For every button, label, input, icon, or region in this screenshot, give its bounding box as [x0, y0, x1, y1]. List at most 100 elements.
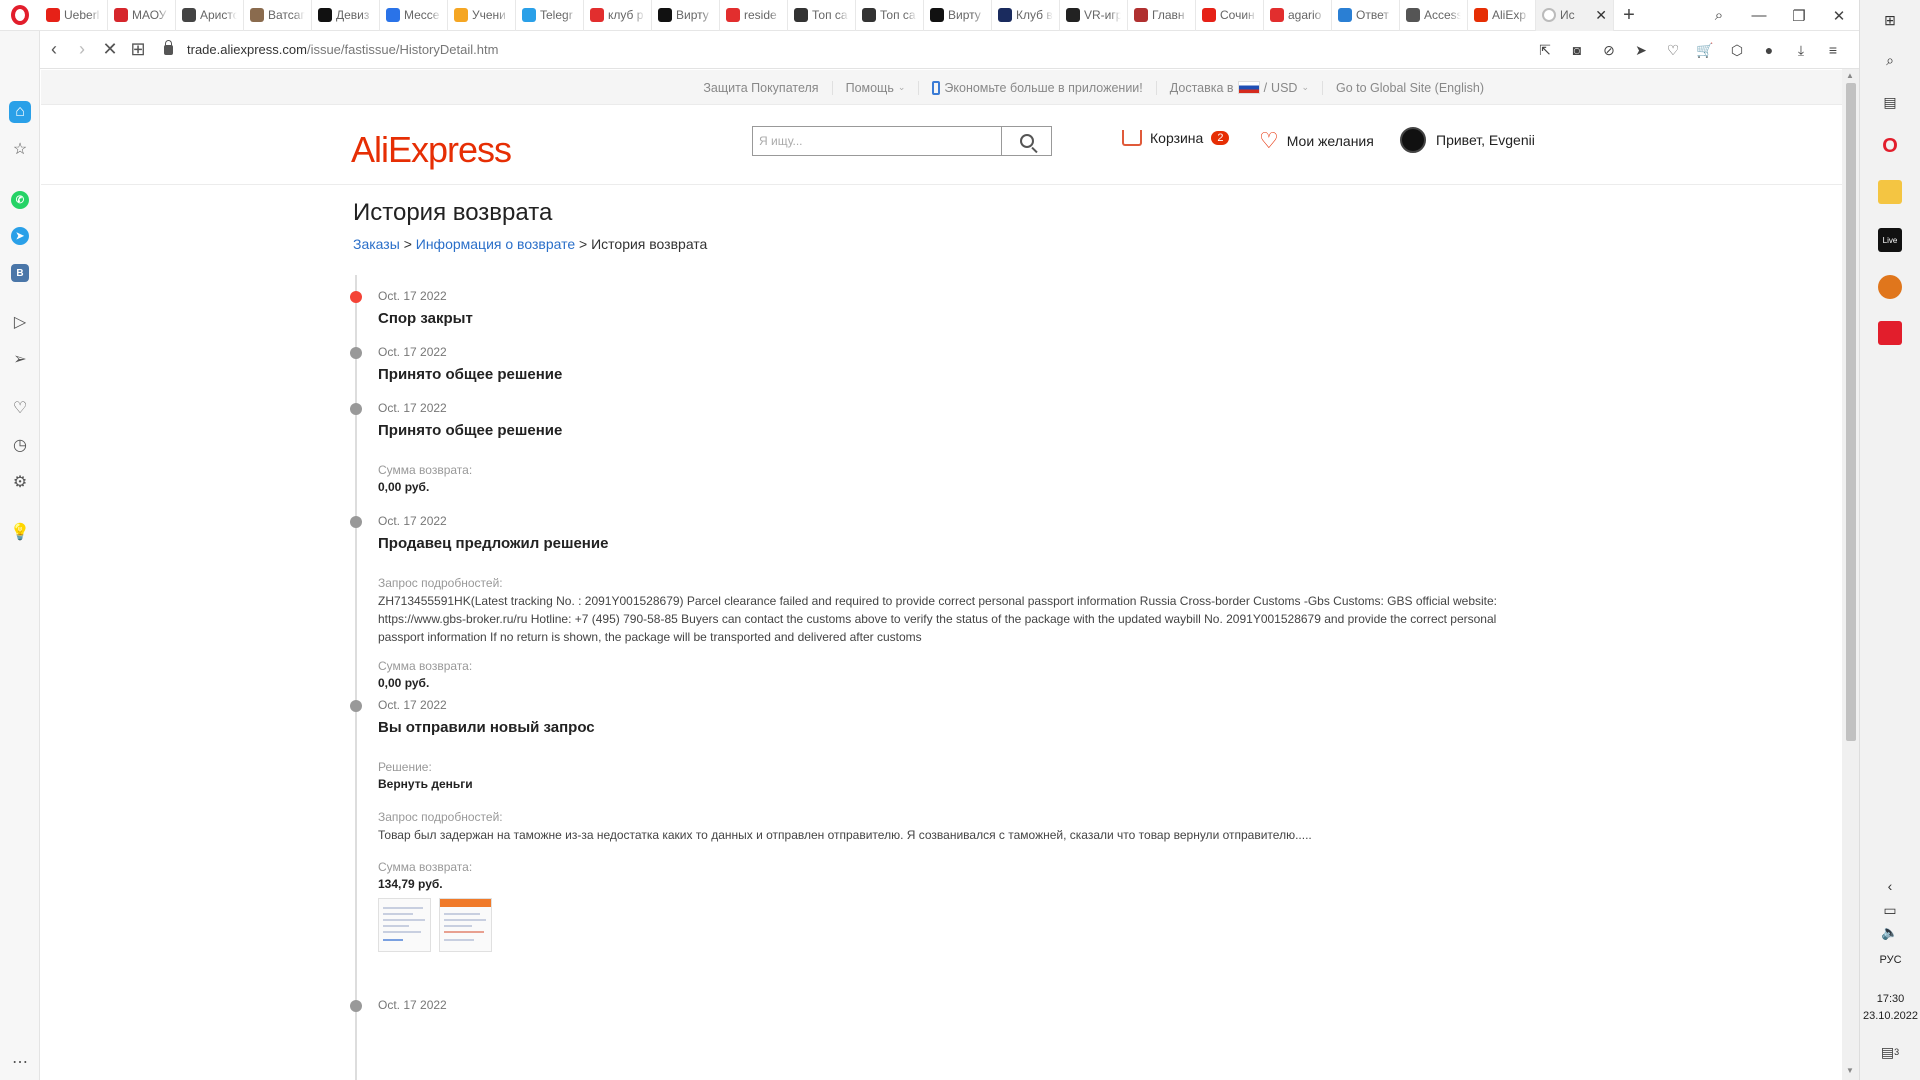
network-icon[interactable]: ▭	[1878, 898, 1902, 922]
file-explorer-icon[interactable]	[1878, 180, 1902, 204]
language-indicator[interactable]: РУС	[1860, 954, 1920, 966]
profile-icon[interactable]: ●	[1759, 42, 1779, 58]
browser-tab[interactable]: VR-игр	[1060, 0, 1128, 31]
browser-tab[interactable]: Access	[1400, 0, 1468, 31]
speed-dial-home-icon[interactable]: ⌂	[9, 101, 31, 123]
url-field[interactable]: trade.aliexpress.com/issue/fastissue/His…	[164, 39, 498, 57]
help-label: Помощь	[845, 80, 894, 95]
buyer-protection-link[interactable]: Защита Покупателя	[690, 81, 831, 95]
pinboard-icon[interactable]: ☆	[9, 138, 31, 160]
wishlist-link[interactable]: ♡ Мои желания	[1259, 130, 1374, 152]
back-button[interactable]: ‹	[40, 39, 68, 60]
browser-tab[interactable]: МАОУ	[108, 0, 176, 31]
browser-tab[interactable]: Ватсап	[244, 0, 312, 31]
browser-tab[interactable]: Вирту	[924, 0, 992, 31]
address-bar-actions: ⇱ ◙ ⊘ ➤ ♡ 🛒 ⬡ ● ⤓ ≡	[1535, 31, 1843, 69]
browser-tab[interactable]: Главн	[1128, 0, 1196, 31]
refund-amount-label: Сумма возврата:	[378, 659, 473, 673]
browser-tab[interactable]: Ueberl	[40, 0, 108, 31]
browser-tab[interactable]: Аристо	[176, 0, 244, 31]
cube-extension-icon[interactable]: ⬡	[1727, 42, 1747, 59]
new-tab-button[interactable]: +	[1614, 4, 1644, 27]
tips-lightbulb-icon[interactable]: 💡	[9, 521, 31, 543]
fl-studio-icon[interactable]	[1878, 275, 1902, 299]
whatsapp-icon[interactable]: ✆	[11, 191, 29, 209]
tab-favicon-icon	[862, 8, 876, 22]
browser-tab[interactable]: Вирту	[652, 0, 720, 31]
browser-tab[interactable]: Топ са	[788, 0, 856, 31]
browser-tab[interactable]: Ответ	[1332, 0, 1400, 31]
heart-icon: ♡	[1259, 128, 1279, 153]
search-icon[interactable]: ⌕	[1878, 48, 1902, 72]
telegram-icon[interactable]: ➤	[11, 227, 29, 245]
cart-extension-icon[interactable]: 🛒	[1695, 42, 1715, 59]
browser-tab[interactable]: Мессе	[380, 0, 448, 31]
opera-taskbar-icon[interactable]: O	[1878, 134, 1902, 158]
browser-tab-active[interactable]: Ис ✕	[1536, 0, 1614, 31]
browser-tab[interactable]: Девиз	[312, 0, 380, 31]
flow-icon[interactable]: ➢	[9, 348, 31, 370]
maximize-button[interactable]: ❐	[1779, 7, 1819, 25]
history-icon[interactable]: ◷	[9, 434, 31, 456]
cart-count-badge: 2	[1211, 131, 1230, 145]
attachment-thumbnail[interactable]	[439, 898, 492, 952]
browser-tab[interactable]: AliExp	[1468, 0, 1536, 31]
delivery-currency-selector[interactable]: Доставка в / USD ⌄	[1155, 80, 1322, 95]
tab-favicon-icon	[998, 8, 1012, 22]
page-scrollbar[interactable]: ▲ ▼	[1842, 69, 1859, 1080]
breadcrumb-refund-info-link[interactable]: Информация о возврате	[416, 236, 575, 252]
browser-tab[interactable]: reside	[720, 0, 788, 31]
breadcrumb-orders-link[interactable]: Заказы	[353, 236, 400, 252]
aliexpress-logo[interactable]: AliExpress	[351, 129, 512, 171]
download-icon[interactable]: ⤓	[1791, 42, 1811, 59]
browser-tab[interactable]: Сочин	[1196, 0, 1264, 31]
browser-tab[interactable]: Топ са	[856, 0, 924, 31]
bookmark-heart-icon[interactable]: ♡	[1663, 42, 1683, 59]
snapshot-icon[interactable]: ◙	[1567, 42, 1587, 58]
tab-title: Топ са	[880, 8, 916, 22]
close-window-button[interactable]: ✕	[1819, 7, 1859, 25]
scrollbar-thumb[interactable]	[1846, 83, 1856, 741]
notifications-icon[interactable]: ▤ 3	[1878, 1040, 1902, 1064]
help-menu[interactable]: Помощь ⌄	[831, 80, 919, 95]
search-input[interactable]	[753, 127, 1001, 155]
adblock-icon[interactable]: ⊘	[1599, 42, 1619, 59]
windows-start-icon[interactable]: ⊞	[1878, 8, 1902, 32]
app-red-icon[interactable]	[1878, 321, 1902, 345]
volume-icon[interactable]: 🔈	[1878, 920, 1902, 944]
easy-setup-icon[interactable]: ≡	[1823, 42, 1843, 58]
app-promo-link[interactable]: Экономьте больше в приложении!	[918, 80, 1155, 95]
stop-loading-button[interactable]: ✕	[96, 39, 124, 60]
browser-tab[interactable]: Клуб в	[992, 0, 1060, 31]
browser-tab[interactable]: клуб р	[584, 0, 652, 31]
chevron-left-icon[interactable]: ‹	[1878, 874, 1902, 898]
browser-tab[interactable]: agario	[1264, 0, 1332, 31]
user-account-menu[interactable]: Привет, Evgenii	[1400, 127, 1535, 153]
settings-gear-icon[interactable]: ⚙	[9, 471, 31, 493]
global-site-link[interactable]: Go to Global Site (English)	[1322, 80, 1497, 95]
cart-link[interactable]: Корзина 2	[1122, 130, 1230, 146]
browser-tab[interactable]: Учени	[448, 0, 516, 31]
scroll-down-arrow-icon[interactable]: ▼	[1846, 1066, 1854, 1075]
tab-search-icon[interactable]: ⌕	[1699, 7, 1739, 24]
vk-icon[interactable]: B	[11, 264, 29, 282]
event-date: Oct. 17 2022	[378, 514, 447, 528]
more-options-icon[interactable]: ⋯	[9, 1051, 31, 1073]
task-view-icon[interactable]: ▤	[1878, 90, 1902, 114]
close-tab-icon[interactable]: ✕	[1595, 7, 1607, 24]
clock-time: 17:30	[1876, 993, 1905, 1005]
scroll-up-arrow-icon[interactable]: ▲	[1846, 71, 1854, 80]
send-icon[interactable]: ➤	[1631, 42, 1651, 59]
browser-tab[interactable]: Telegr	[516, 0, 584, 31]
search-button[interactable]	[1001, 127, 1051, 155]
tab-overview-icon[interactable]: ⊞	[124, 39, 152, 60]
minimize-button[interactable]: —	[1739, 7, 1779, 24]
share-icon[interactable]: ⇱	[1535, 42, 1555, 59]
site-topbar: Защита Покупателя Помощь ⌄ Экономьте боль…	[41, 70, 1842, 105]
live-app-icon[interactable]: Live	[1878, 228, 1902, 252]
attachment-thumbnail[interactable]	[378, 898, 431, 952]
forward-button[interactable]: ›	[68, 39, 96, 60]
opera-menu-button[interactable]	[0, 0, 40, 31]
player-icon[interactable]: ▷	[9, 311, 31, 333]
bookmarks-icon[interactable]: ♡	[9, 397, 31, 419]
